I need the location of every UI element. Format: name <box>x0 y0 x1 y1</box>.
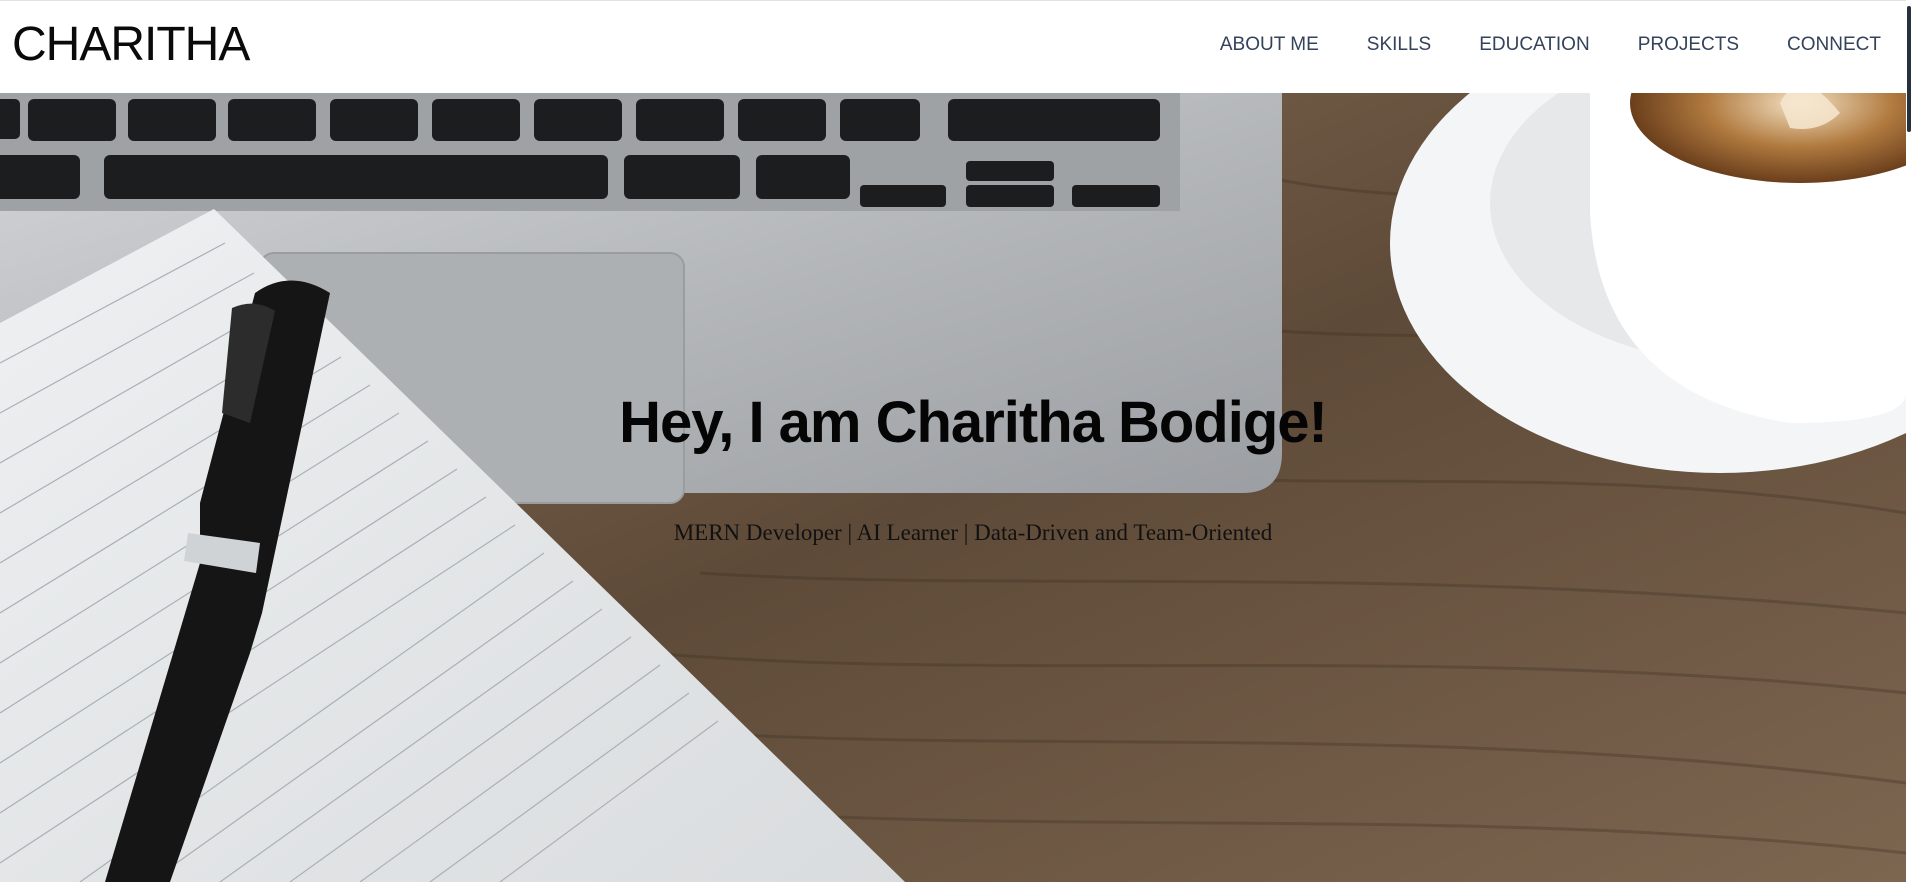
hero-section: Hey, I am Charitha Bodige! MERN Develope… <box>0 93 1906 882</box>
scrollbar-thumb[interactable] <box>1907 6 1911 132</box>
nav-link-skills[interactable]: SKILLS <box>1367 35 1431 54</box>
hero-title: Hey, I am Charitha Bodige! <box>619 389 1328 455</box>
nav-link-education[interactable]: EDUCATION <box>1479 35 1589 54</box>
hero-background-image <box>0 93 1906 882</box>
portfolio-page: CHARITHA ABOUT ME SKILLS EDUCATION PROJE… <box>0 0 1911 882</box>
hero-subtitle: MERN Developer | AI Learner | Data-Drive… <box>673 520 1273 545</box>
nav-link-projects[interactable]: PROJECTS <box>1638 35 1739 54</box>
top-navbar: CHARITHA ABOUT ME SKILLS EDUCATION PROJE… <box>0 0 1906 93</box>
brand-logo[interactable]: CHARITHA <box>12 21 250 69</box>
nav-link-about-me[interactable]: ABOUT ME <box>1220 35 1319 54</box>
nav-link-connect[interactable]: CONNECT <box>1787 35 1881 54</box>
page-scrollbar[interactable] <box>1906 0 1911 882</box>
main-nav: ABOUT ME SKILLS EDUCATION PROJECTS CONNE… <box>1172 35 1881 54</box>
